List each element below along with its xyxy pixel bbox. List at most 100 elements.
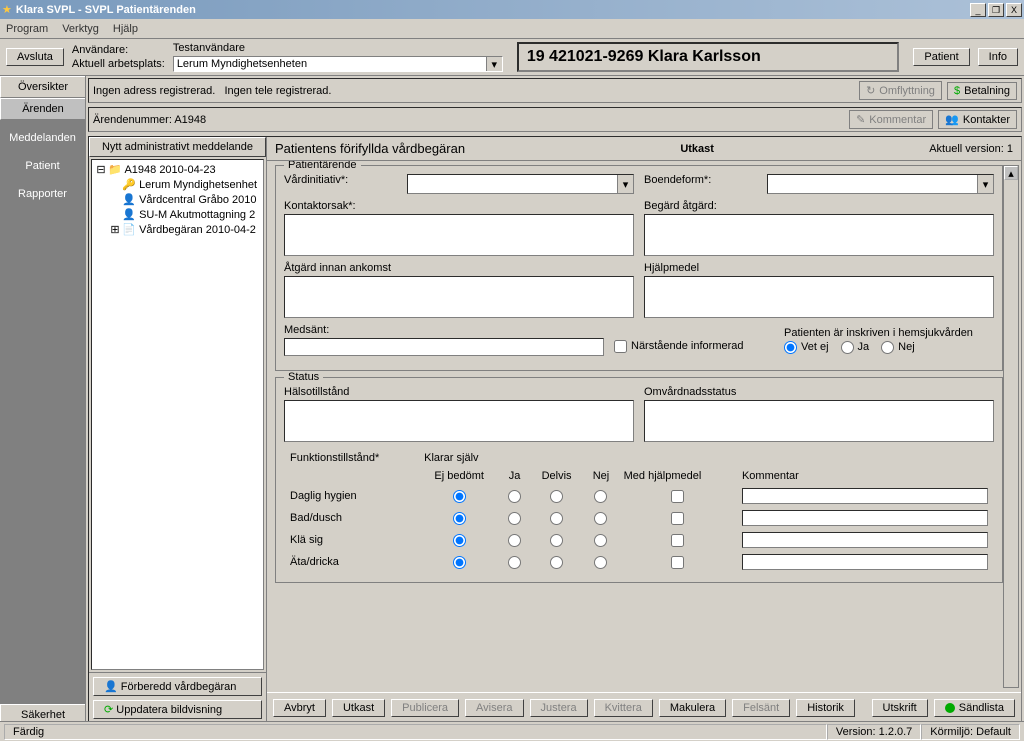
kommentar-input[interactable] [742,488,988,504]
col-delvis: Delvis [531,468,583,484]
scrollbar[interactable]: ▴ [1003,165,1019,688]
table-row: Daglig hygien [286,486,992,506]
col-ejbedomt: Ej bedömt [420,468,498,484]
form-title: Patientens förifyllda vårdbegäran [275,141,465,156]
tree-item[interactable]: 🔑 Lerum Myndighetsenhet [94,177,261,192]
ja-radio[interactable] [508,556,521,569]
content-area: Ingen adress registrerad. Ingen tele reg… [86,76,1024,726]
kommentar-input[interactable] [742,510,988,526]
info-button[interactable]: Info [978,48,1018,66]
kvittera-button[interactable]: Kvittera [594,699,653,717]
avsluta-button[interactable]: Avsluta [6,48,64,66]
hjalpmedel-checkbox[interactable] [671,556,684,569]
narstaende-checkbox[interactable]: Närstående informerad [614,340,774,353]
col-ja: Ja [500,468,529,484]
title-bar: ★ Klara SVPL - SVPL Patientärenden _ ❐ X [0,0,1024,19]
menu-bar: Program Verktyg Hjälp [0,19,1024,39]
tree-root[interactable]: ⊟📁 A1948 2010-04-23 [94,162,261,177]
ja-radio[interactable] [508,512,521,525]
kommentar-input[interactable] [742,532,988,548]
no-tele-text: Ingen tele registrerad. [224,85,331,97]
tab-oversikter[interactable]: Översikter [0,76,85,98]
hjalpmedel-checkbox[interactable] [671,512,684,525]
arendenummer-label: Ärendenummer: [93,114,172,126]
nav-meddelanden[interactable]: Meddelanden [0,124,85,152]
halsotillstand-input[interactable] [284,400,634,442]
utskrift-button[interactable]: Utskrift [872,699,928,717]
close-button[interactable]: X [1006,3,1022,17]
hjalpmedel-input[interactable] [644,276,994,318]
medsant-input[interactable] [284,338,604,356]
vardinitiativ-select[interactable]: ▾ [407,174,634,194]
nej-radio[interactable] [594,490,607,503]
avbryt-button[interactable]: Avbryt [273,699,326,717]
tree-item[interactable]: 👤 SU-M Akutmottagning 2 [94,207,261,222]
chevron-down-icon: ▾ [977,175,993,193]
status-dot-icon [945,703,955,713]
nej-radio[interactable] [594,512,607,525]
anvandare-label: Användare: [72,44,128,56]
tree-item[interactable]: ⊞📄 Vårdbegäran 2010-04-2 [94,222,261,237]
kontakter-icon: 👥 [945,113,959,126]
maximize-button[interactable]: ❐ [988,3,1004,17]
omflyttning-button[interactable]: ↻Omflyttning [859,81,942,100]
menu-verktyg[interactable]: Verktyg [62,23,99,35]
menu-program[interactable]: Program [6,23,48,35]
utkast-button[interactable]: Utkast [332,699,385,717]
arbetsplats-label: Aktuell arbetsplats: [72,58,165,70]
hjalpmedel-checkbox[interactable] [671,490,684,503]
kontakter-button[interactable]: 👥Kontakter [938,110,1017,129]
omflyttning-icon: ↻ [866,84,875,97]
omvardnad-input[interactable] [644,400,994,442]
betalning-button[interactable]: $Betalning [947,82,1017,100]
delvis-radio[interactable] [550,556,563,569]
patient-button[interactable]: Patient [913,48,969,66]
minimize-button[interactable]: _ [970,3,986,17]
ja-radio[interactable] [508,534,521,547]
publicera-button[interactable]: Publicera [391,699,459,717]
klarar-label: Klarar själv [420,450,618,466]
atgard-innan-input[interactable] [284,276,634,318]
uppdatera-button[interactable]: ⟳ Uppdatera bildvisning [93,700,262,719]
version-value: 1 [1007,143,1013,155]
forberedd-button[interactable]: 👤 Förberedd vårdbegäran [93,677,262,696]
funktion-table: Funktionstillstånd* Klarar själv Ej bedö… [284,448,994,574]
nej-radio[interactable]: Nej [881,341,915,354]
boendeform-select[interactable]: ▾ [767,174,994,194]
address-info-row: Ingen adress registrerad. Ingen tele reg… [88,78,1022,103]
sandlista-button[interactable]: Sändlista [934,699,1015,717]
makulera-button[interactable]: Makulera [659,699,726,717]
tab-arenden[interactable]: Ärenden [0,98,85,120]
medsant-label: Medsänt: [284,324,604,336]
kontaktorsak-label: Kontaktorsak*: [284,200,634,212]
tree-item[interactable]: 👤 Vårdcentral Gråbo 2010 [94,192,261,207]
ejbedomt-radio[interactable] [453,556,466,569]
begard-atgard-input[interactable] [644,214,994,256]
delvis-radio[interactable] [550,490,563,503]
hjalpmedel-checkbox[interactable] [671,534,684,547]
ja-radio[interactable]: Ja [841,341,870,354]
historik-button[interactable]: Historik [796,699,855,717]
avisera-button[interactable]: Avisera [465,699,523,717]
nav-patient[interactable]: Patient [0,152,85,180]
delvis-radio[interactable] [550,512,563,525]
nej-radio[interactable] [594,556,607,569]
kontaktorsak-input[interactable] [284,214,634,256]
menu-hjalp[interactable]: Hjälp [113,23,138,35]
ja-radio[interactable] [508,490,521,503]
left-nav: Översikter Ärenden Meddelanden Patient R… [0,76,86,726]
ejbedomt-radio[interactable] [453,534,466,547]
justera-button[interactable]: Justera [530,699,588,717]
kommentar-input[interactable] [742,554,988,570]
nej-radio[interactable] [594,534,607,547]
nav-rapporter[interactable]: Rapporter [0,180,85,208]
felsant-button[interactable]: Felsänt [732,699,790,717]
delvis-radio[interactable] [550,534,563,547]
ejbedomt-radio[interactable] [453,512,466,525]
vet-ej-radio[interactable]: Vet ej [784,341,829,354]
ejbedomt-radio[interactable] [453,490,466,503]
arbetsplats-select[interactable]: Lerum Myndighetsenheten ▾ [173,56,503,72]
tree-header[interactable]: Nytt administrativt meddelande [89,137,266,157]
tree-view[interactable]: ⊟📁 A1948 2010-04-23 🔑 Lerum Myndighetsen… [91,159,264,670]
kommentar-button[interactable]: ✎Kommentar [849,110,933,129]
